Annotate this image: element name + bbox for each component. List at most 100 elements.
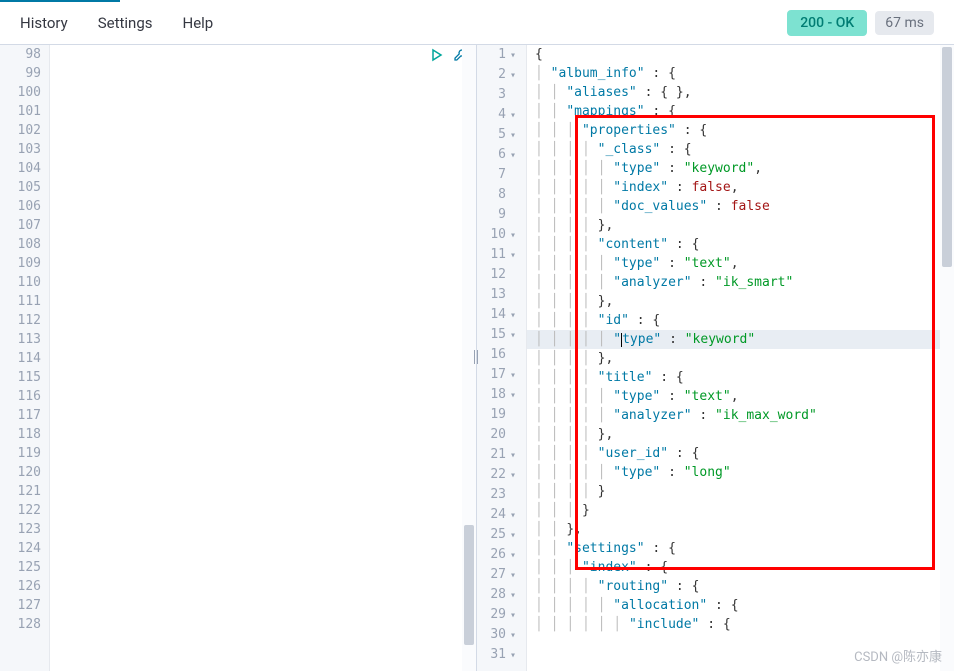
code-line: │ │ │ │ │ "index" : false, [527, 178, 954, 197]
code-line: │ │ │ │ "content" : { [527, 235, 954, 254]
line-number: 101 [4, 102, 41, 121]
line-number: 6▾ [481, 145, 518, 165]
tab-help[interactable]: Help [183, 10, 214, 36]
line-number: 110 [4, 273, 41, 292]
tab-settings[interactable]: Settings [98, 10, 153, 36]
line-number: 116 [4, 387, 41, 406]
line-number: 3 [481, 85, 518, 105]
code-line: │ │ │ │ │ "type" : "text", [527, 254, 954, 273]
line-number: 21▾ [481, 445, 518, 465]
line-number: 98 [4, 45, 41, 64]
line-number: 109 [4, 254, 41, 273]
code-line: │ │ │ │ │ "type" : "keyword" [527, 330, 954, 349]
line-number: 8 [481, 185, 518, 205]
code-line: │ │ │ } [527, 501, 954, 520]
line-number: 113 [4, 330, 41, 349]
code-line: │ │ "aliases" : { }, [527, 83, 954, 102]
line-number: 114 [4, 349, 41, 368]
line-number: 9 [481, 205, 518, 225]
watermark: CSDN @陈亦康 [854, 646, 942, 665]
code-line: │ │ │ │ │ "type" : "keyword", [527, 159, 954, 178]
line-number: 102 [4, 121, 41, 140]
line-number: 105 [4, 178, 41, 197]
line-number: 127 [4, 596, 41, 615]
header-right: 200 - OK 67 ms [787, 10, 934, 36]
line-number: 19 [481, 405, 518, 425]
line-number: 22▾ [481, 465, 518, 485]
line-number: 15▾ [481, 325, 518, 345]
code-line: │ │ │ │ }, [527, 349, 954, 368]
run-icon[interactable] [430, 47, 444, 66]
line-number: 108 [4, 235, 41, 254]
line-number: 14▾ [481, 305, 518, 325]
line-number: 25▾ [481, 525, 518, 545]
right-scrollbar[interactable] [940, 45, 954, 671]
line-number: 12 [481, 265, 518, 285]
code-line: │ "album_info" : { [527, 64, 954, 83]
line-number: 106 [4, 197, 41, 216]
right-gutter: 1▾2▾3 4▾5▾6▾7 8 9 10▾11▾12 13 14▾15▾16 1… [477, 45, 527, 671]
left-gutter: 9899100101102103104105106107108109110111… [0, 45, 50, 671]
line-number: 122 [4, 501, 41, 520]
code-line: │ │ │ │ } [527, 482, 954, 501]
code-line: │ │ }, [527, 520, 954, 539]
line-number: 16 [481, 345, 518, 365]
code-line: │ │ │ │ }, [527, 292, 954, 311]
code-line: │ │ "settings" : { [527, 539, 954, 558]
code-line: │ │ │ │ │ "analyzer" : "ik_smart" [527, 273, 954, 292]
line-number: 119 [4, 444, 41, 463]
line-number: 2▾ [481, 65, 518, 85]
line-number: 115 [4, 368, 41, 387]
code-line: │ │ │ "properties" : { [527, 121, 954, 140]
code-line: │ │ │ │ │ "doc_values" : false [527, 197, 954, 216]
line-number: 103 [4, 140, 41, 159]
tab-history[interactable]: History [20, 10, 68, 36]
code-line: │ │ │ "index" : { [527, 558, 954, 577]
line-number: 27▾ [481, 565, 518, 585]
line-number: 117 [4, 406, 41, 425]
line-number: 4▾ [481, 105, 518, 125]
line-number: 99 [4, 64, 41, 83]
left-panel: 9899100101102103104105106107108109110111… [0, 45, 477, 671]
panel-divider-handle[interactable] [474, 350, 478, 366]
code-line: │ │ │ │ }, [527, 216, 954, 235]
line-number: 7 [481, 165, 518, 185]
line-number: 128 [4, 615, 41, 634]
line-number: 29▾ [481, 605, 518, 625]
line-number: 30▾ [481, 625, 518, 645]
line-number: 20 [481, 425, 518, 445]
status-badge: 200 - OK [787, 10, 867, 36]
line-number: 18▾ [481, 385, 518, 405]
left-scrollbar-thumb[interactable] [464, 525, 474, 645]
code-line: │ │ │ │ │ "analyzer" : "ik_max_word" [527, 406, 954, 425]
code-line: │ │ │ │ "id" : { [527, 311, 954, 330]
right-scrollbar-thumb[interactable] [942, 47, 952, 267]
line-number: 24▾ [481, 505, 518, 525]
line-number: 120 [4, 463, 41, 482]
right-code-area[interactable]: {│ "album_info" : {│ │ "aliases" : { },│… [527, 45, 954, 671]
line-number: 13 [481, 285, 518, 305]
code-line: │ │ │ │ │ "allocation" : { [527, 596, 954, 615]
line-number: 11▾ [481, 245, 518, 265]
left-code-area[interactable] [50, 45, 476, 671]
line-number: 17▾ [481, 365, 518, 385]
line-number: 124 [4, 539, 41, 558]
line-number: 28▾ [481, 585, 518, 605]
line-number: 118 [4, 425, 41, 444]
code-line: │ │ │ │ │ "type" : "text", [527, 387, 954, 406]
line-number: 31▾ [481, 645, 518, 665]
line-number: 5▾ [481, 125, 518, 145]
line-number: 123 [4, 520, 41, 539]
line-number: 104 [4, 159, 41, 178]
line-number: 10▾ [481, 225, 518, 245]
code-line: │ │ │ │ │ │ "include" : { [527, 615, 954, 634]
code-line: │ │ │ │ "title" : { [527, 368, 954, 387]
editor-container: 9899100101102103104105106107108109110111… [0, 45, 954, 671]
line-number: 125 [4, 558, 41, 577]
line-number: 1▾ [481, 45, 518, 65]
line-number: 107 [4, 216, 41, 235]
code-line: │ │ │ │ "routing" : { [527, 577, 954, 596]
line-number: 126 [4, 577, 41, 596]
code-line: │ │ │ │ }, [527, 425, 954, 444]
code-line: │ │ │ │ "user_id" : { [527, 444, 954, 463]
